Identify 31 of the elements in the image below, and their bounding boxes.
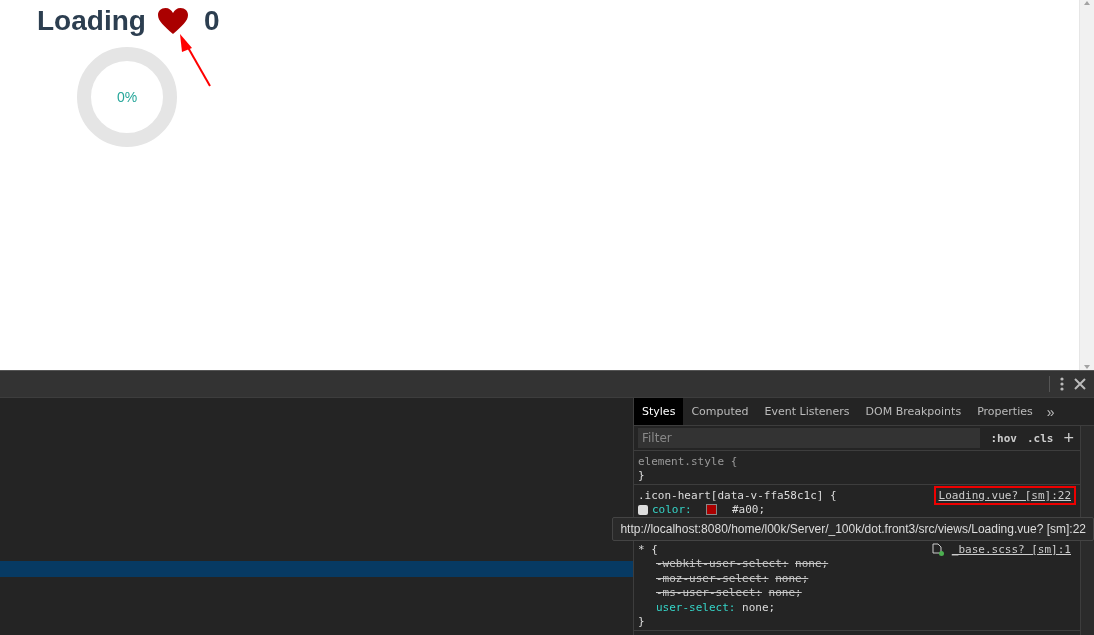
page-title: Loading — [37, 5, 146, 37]
rule-selector: .icon-heart[data-v-ffa58c1c] { — [638, 488, 837, 502]
source-link[interactable]: Loading.vue? [sm]:22 — [933, 485, 1076, 505]
style-declaration[interactable]: -ms-user-select: none; — [638, 585, 1076, 600]
scroll-up-icon[interactable] — [1083, 0, 1091, 6]
close-icon[interactable] — [1074, 378, 1086, 390]
panel-tab[interactable]: Event Listeners — [756, 398, 858, 425]
panel-tab[interactable]: Properties — [969, 398, 1041, 425]
style-declaration[interactable]: user-select: none; — [638, 600, 1076, 615]
progress-label: 0% — [116, 89, 138, 105]
new-rule-button[interactable]: + — [1063, 429, 1074, 447]
more-tabs-button[interactable]: » — [1040, 398, 1061, 425]
more-options-icon[interactable] — [1060, 377, 1064, 391]
heart-icon — [157, 8, 188, 34]
rule-selector: element.style { — [638, 454, 738, 468]
style-declaration[interactable]: -moz-user-select: none; — [638, 571, 1076, 586]
closing-brace: } — [638, 615, 645, 629]
style-declaration[interactable]: color: #a00; — [638, 502, 1076, 517]
closing-brace: } — [638, 469, 645, 483]
rule-selector: * { — [638, 542, 658, 556]
panel-tab[interactable]: DOM Breakpoints — [857, 398, 970, 425]
panel-tab[interactable]: Styles — [634, 398, 684, 425]
like-count: 0 — [203, 5, 220, 37]
annotation-arrow — [180, 34, 211, 87]
filter-field[interactable]: Filter — [638, 428, 981, 448]
tooltip: http://localhost:8080/home/l00k/Server/_100k/dot.front3/src/views/Loading.vue? [sm]:22 — [612, 517, 1094, 541]
source-link[interactable]: _base.scss? [sm]:1 — [946, 539, 1076, 559]
class-toggle[interactable]: .cls — [1027, 431, 1054, 445]
panel-tab[interactable]: Computed — [683, 398, 757, 425]
style-declaration[interactable]: -webkit-user-select: none; — [638, 556, 1076, 571]
hover-state-toggle[interactable]: :hov — [990, 431, 1017, 445]
